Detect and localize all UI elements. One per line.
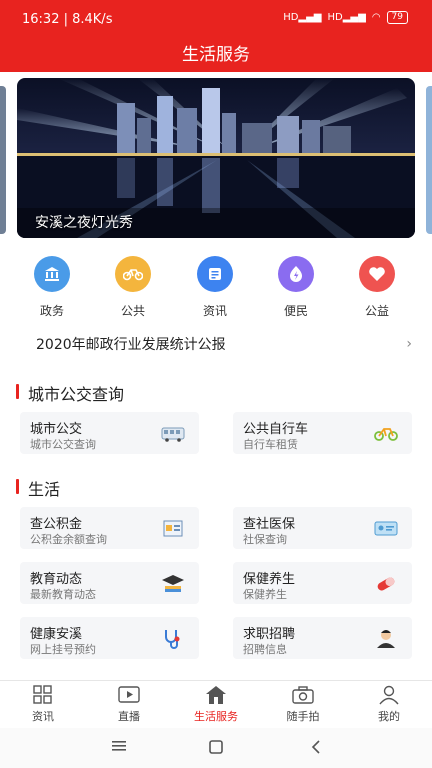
- heart-icon: [359, 256, 395, 292]
- graduation-cap-icon: [162, 575, 184, 592]
- card-public-bike-sub: 自行车租赁: [243, 438, 298, 451]
- home-icon: [206, 686, 226, 704]
- quick-gov-label: 政务: [39, 304, 64, 318]
- tab-me[interactable]: 我的: [354, 685, 424, 724]
- quick-public[interactable]: 公共: [103, 256, 163, 319]
- back-icon[interactable]: [310, 739, 322, 755]
- signal-1-icon: HD▂▄▆: [283, 12, 322, 23]
- id-card-icon: [374, 521, 398, 536]
- quick-news-label: 资讯: [202, 304, 227, 318]
- status-icons: HD▂▄▆ HD▂▄▆ ◠ 79: [283, 11, 408, 24]
- banner-caption: 安溪之夜灯光秀: [35, 215, 133, 231]
- signal-2-icon: HD▂▄▆: [327, 12, 366, 23]
- card-education-title: 教育动态: [30, 572, 83, 587]
- tab-snapshot-label: 随手拍: [286, 710, 320, 723]
- user-icon: [379, 685, 399, 705]
- quick-news[interactable]: 资讯: [185, 256, 245, 319]
- pill-icon: [377, 577, 395, 591]
- quick-charity-label: 公益: [364, 304, 389, 318]
- quick-convenience-label: 便民: [283, 304, 308, 318]
- banner-slide[interactable]: 安溪之夜灯光秀: [17, 78, 415, 238]
- status-time-speed: 16:32 | 8.4K/s: [22, 12, 113, 27]
- bank-icon: [34, 256, 70, 292]
- notice-link[interactable]: 2020年邮政行业发展统计公报 ›: [36, 334, 412, 354]
- notice-text: 2020年邮政行业发展统计公报: [36, 337, 226, 353]
- play-icon: [118, 686, 140, 703]
- card-housing-fund-sub: 公积金余额查询: [30, 533, 107, 546]
- bicycle-icon: [374, 428, 398, 441]
- card-education-sub: 最新教育动态: [30, 588, 96, 601]
- card-social-insurance-title: 查社医保: [243, 517, 296, 532]
- card-job-recruit-title: 求职招聘: [243, 627, 296, 642]
- bus-icon: [161, 427, 185, 442]
- tab-news-label: 资讯: [32, 710, 54, 723]
- banner-prev-peek[interactable]: [0, 86, 6, 234]
- quick-public-label: 公共: [120, 304, 145, 318]
- system-nav-bar: [0, 728, 432, 768]
- banner-carousel[interactable]: 安溪之夜灯光秀: [0, 78, 432, 240]
- section-title-life: 生活: [16, 476, 60, 500]
- card-public-bike-title: 公共自行车: [243, 422, 309, 437]
- grid-icon: [33, 685, 52, 704]
- tab-news[interactable]: 资讯: [8, 685, 78, 724]
- person-icon: [377, 630, 395, 648]
- document-icon: [197, 256, 233, 292]
- card-job-recruit[interactable]: 求职招聘 招聘信息: [233, 617, 412, 659]
- quick-charity[interactable]: 公益: [347, 256, 407, 319]
- card-education[interactable]: 教育动态 最新教育动态: [20, 562, 199, 604]
- menu-icon[interactable]: [111, 739, 127, 753]
- page-title: 生活服务: [182, 45, 250, 65]
- bottom-tab-bar: 资讯 直播 生活服务 随手拍 我的: [0, 680, 432, 728]
- card-city-bus-sub: 城市公交查询: [30, 438, 96, 451]
- card-health-care-title: 保健养生: [243, 572, 296, 587]
- card-job-recruit-sub: 招聘信息: [243, 643, 287, 656]
- chevron-right-icon: ›: [406, 336, 412, 352]
- tab-life-services[interactable]: 生活服务: [181, 685, 251, 724]
- tab-life-services-label: 生活服务: [194, 710, 238, 723]
- section-title-bus: 城市公交查询: [16, 381, 124, 405]
- home-square-icon[interactable]: [208, 739, 224, 755]
- status-bar: 16:32 | 8.4K/s HD▂▄▆ HD▂▄▆ ◠ 79: [0, 0, 432, 36]
- bike-icon: [115, 256, 151, 292]
- card-city-bus[interactable]: 城市公交 城市公交查询: [20, 412, 199, 454]
- quick-entry-row: 政务 公共 资讯 便民 公益: [0, 256, 432, 320]
- fund-document-icon: [163, 520, 183, 537]
- card-health-care[interactable]: 保健养生 保健养生: [233, 562, 412, 604]
- tab-me-label: 我的: [378, 710, 400, 723]
- stethoscope-icon: [165, 630, 180, 649]
- app-header: 16:32 | 8.4K/s HD▂▄▆ HD▂▄▆ ◠ 79 生活服务: [0, 0, 432, 72]
- card-hospital-booking-title: 健康安溪: [30, 627, 83, 642]
- card-social-insurance-sub: 社保查询: [243, 533, 287, 546]
- tab-live-label: 直播: [118, 710, 140, 723]
- card-housing-fund[interactable]: 查公积金 公积金余额查询: [20, 507, 199, 549]
- card-city-bus-title: 城市公交: [30, 422, 83, 437]
- quick-convenience[interactable]: 便民: [266, 256, 326, 319]
- tab-live[interactable]: 直播: [94, 685, 164, 724]
- quick-gov[interactable]: 政务: [22, 256, 82, 319]
- lightning-icon: [278, 256, 314, 292]
- banner-next-peek[interactable]: [426, 86, 432, 234]
- battery-icon: 79: [386, 11, 408, 24]
- card-social-insurance[interactable]: 查社医保 社保查询: [233, 507, 412, 549]
- card-housing-fund-title: 查公积金: [30, 517, 83, 532]
- card-health-care-sub: 保健养生: [243, 588, 287, 601]
- card-public-bike[interactable]: 公共自行车 自行车租赁: [233, 412, 412, 454]
- card-hospital-booking[interactable]: 健康安溪 网上挂号预约: [20, 617, 199, 659]
- tab-snapshot[interactable]: 随手拍: [268, 685, 338, 724]
- wifi-icon: ◠: [371, 12, 381, 23]
- camera-icon: [292, 686, 314, 704]
- card-hospital-booking-sub: 网上挂号预约: [30, 643, 96, 656]
